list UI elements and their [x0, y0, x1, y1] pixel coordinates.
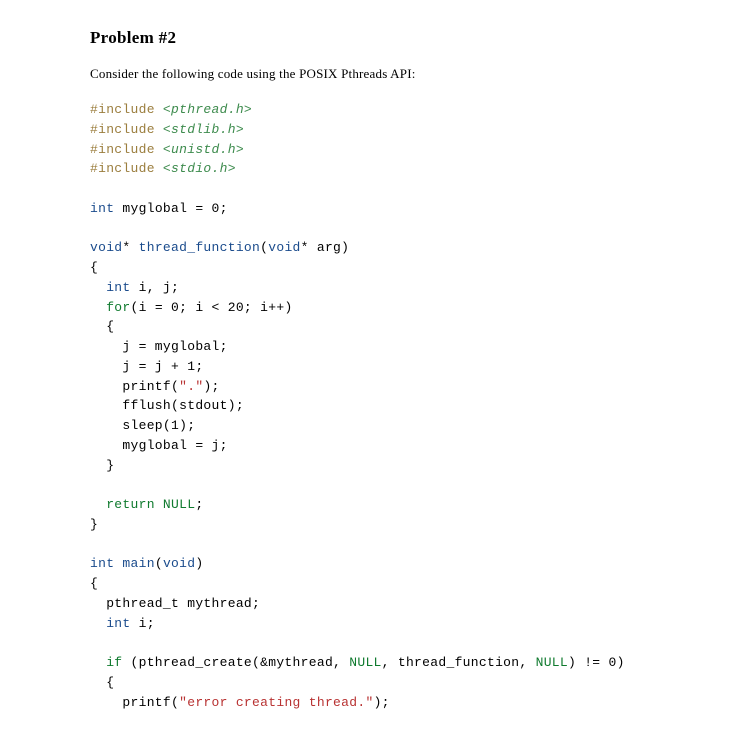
function-name: main	[114, 556, 155, 571]
code-text: )	[195, 556, 203, 571]
code-text: (i = 0; i < 20; i++)	[131, 300, 293, 315]
sys-include: <unistd.h>	[163, 142, 244, 157]
code-text: );	[203, 379, 219, 394]
keyword-int: int	[106, 616, 130, 631]
code-text: sleep(1);	[90, 418, 195, 433]
code-text: {	[90, 319, 114, 334]
string-literal: "error creating thread."	[179, 695, 373, 710]
code-text: i;	[131, 616, 155, 631]
code-text: printf(	[90, 695, 179, 710]
keyword-int: int	[90, 201, 114, 216]
code-text: ;	[195, 497, 203, 512]
code-text: myglobal = j;	[90, 438, 228, 453]
keyword-void: void	[268, 240, 300, 255]
code-text: {	[90, 675, 114, 690]
code-text: i, j;	[131, 280, 180, 295]
sys-include: <pthread.h>	[163, 102, 252, 117]
function-name: thread_function	[131, 240, 261, 255]
problem-heading: Problem #2	[90, 28, 643, 48]
keyword-int: int	[106, 280, 130, 295]
code-text: printf(	[90, 379, 179, 394]
code-text: );	[374, 695, 390, 710]
code-text: j = j + 1;	[90, 359, 203, 374]
code-text: ) != 0)	[568, 655, 625, 670]
preproc-directive: #include	[90, 161, 155, 176]
keyword-return: return	[106, 497, 155, 512]
preproc-directive: #include	[90, 142, 155, 157]
code-text: (	[155, 556, 163, 571]
keyword-for: for	[106, 300, 130, 315]
intro-text: Consider the following code using the PO…	[90, 66, 643, 82]
code-text: , thread_function,	[382, 655, 536, 670]
preproc-directive: #include	[90, 122, 155, 137]
code-text: {	[90, 260, 98, 275]
string-literal: "."	[179, 379, 203, 394]
code-text: (pthread_create(&mythread,	[122, 655, 349, 670]
code-text: {	[90, 576, 98, 591]
sys-include: <stdio.h>	[163, 161, 236, 176]
null-literal: NULL	[163, 497, 195, 512]
keyword-void: void	[90, 240, 122, 255]
code-text: j = myglobal;	[90, 339, 228, 354]
code-text: fflush(stdout);	[90, 398, 244, 413]
null-literal: NULL	[536, 655, 568, 670]
code-text: * arg)	[301, 240, 350, 255]
code-text: pthread_t mythread;	[90, 596, 260, 611]
sys-include: <stdlib.h>	[163, 122, 244, 137]
code-text: }	[90, 458, 114, 473]
code-text: myglobal = 0;	[114, 201, 227, 216]
code-block: #include <pthread.h> #include <stdlib.h>…	[90, 100, 643, 712]
null-literal: NULL	[349, 655, 381, 670]
preproc-directive: #include	[90, 102, 155, 117]
code-text: }	[90, 517, 98, 532]
keyword-int: int	[90, 556, 114, 571]
keyword-if: if	[106, 655, 122, 670]
keyword-void: void	[163, 556, 195, 571]
